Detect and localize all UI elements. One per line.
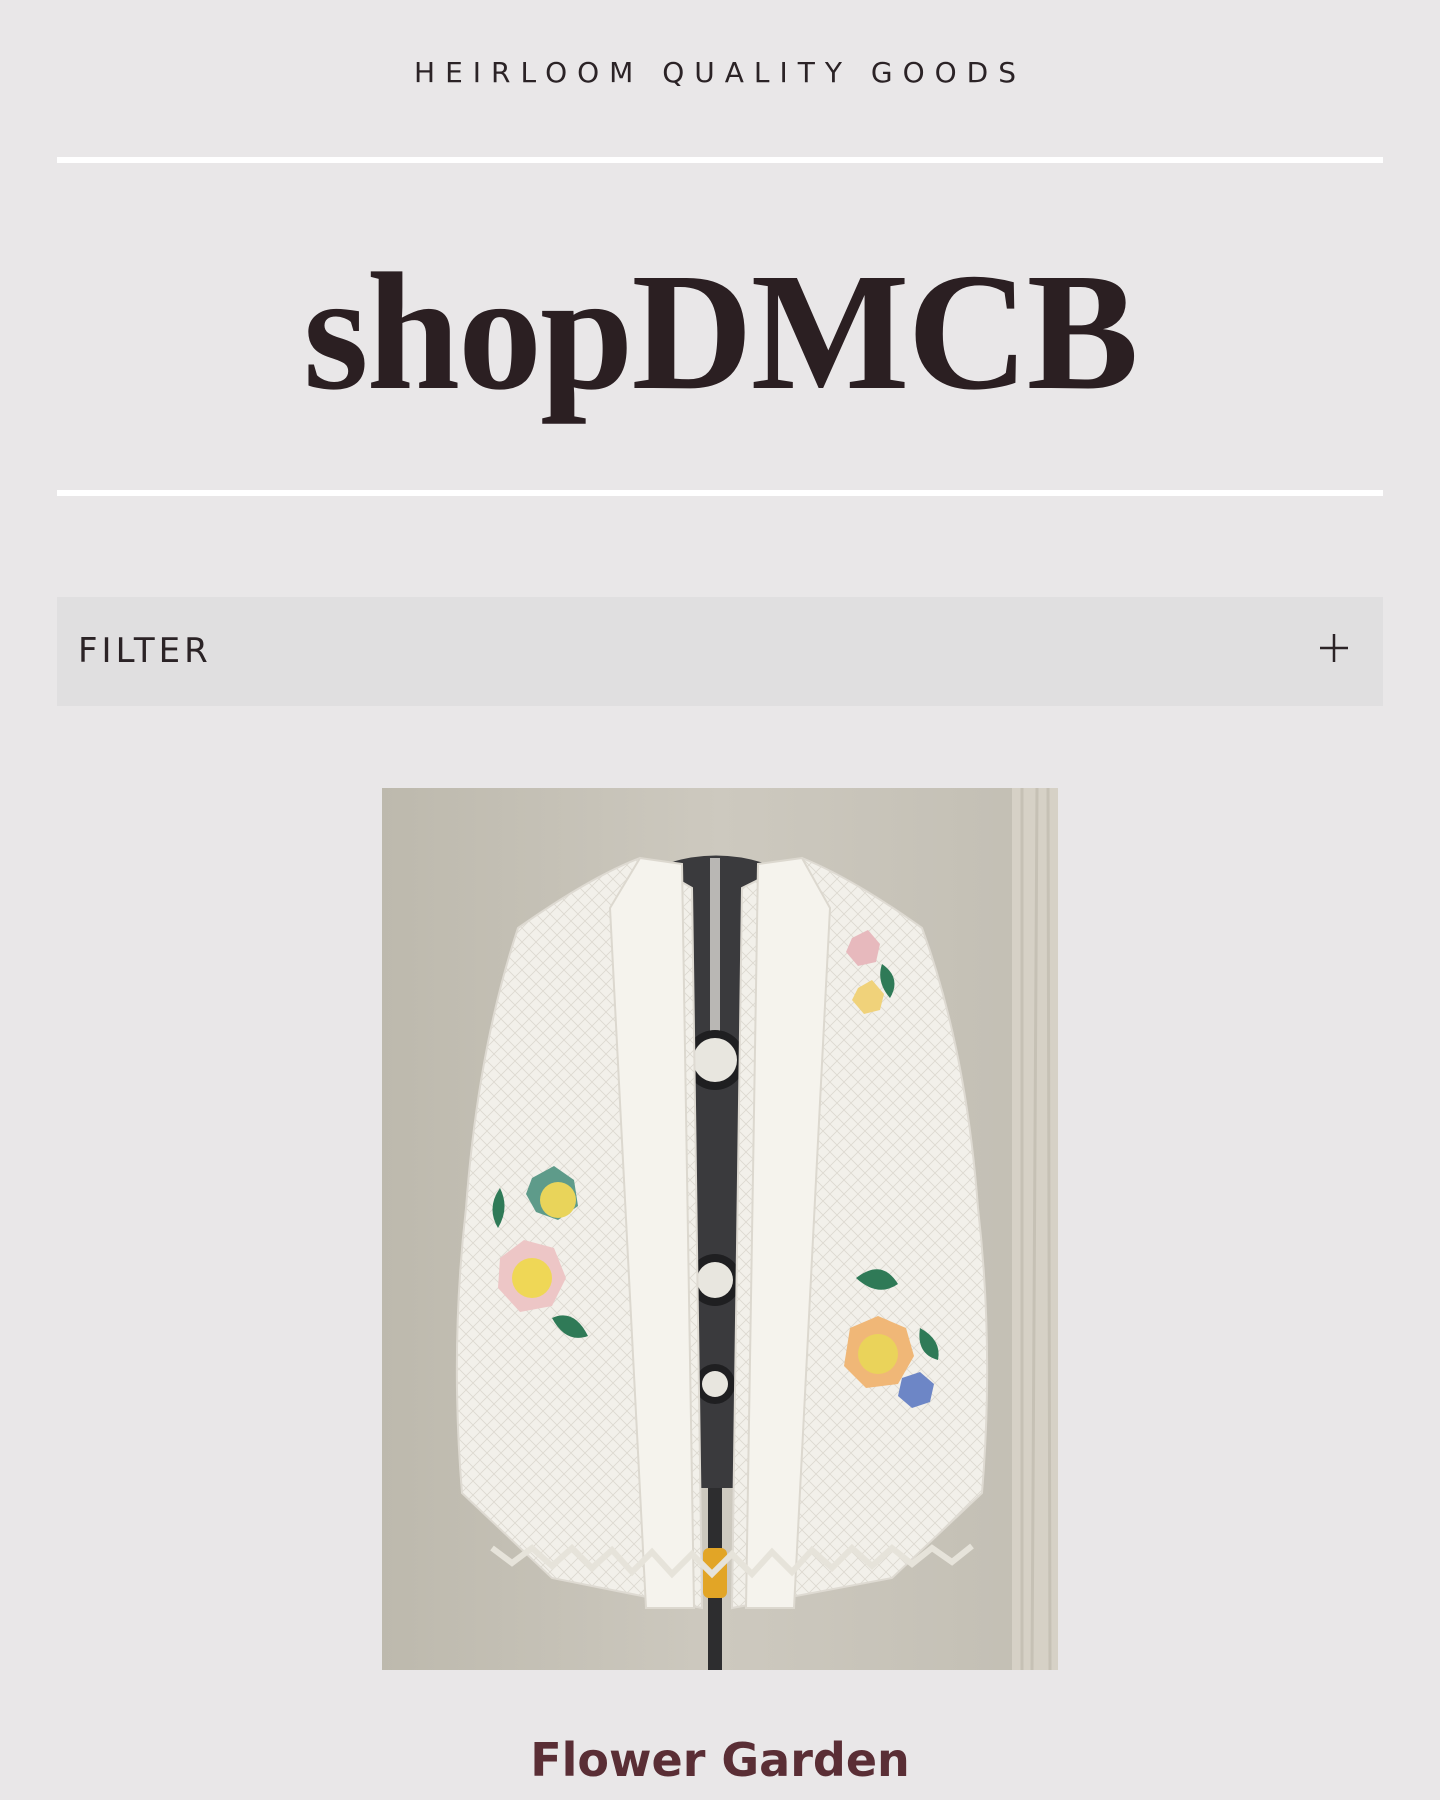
header-divider-top xyxy=(57,157,1383,163)
quilt-jacket-image xyxy=(382,788,1058,1670)
filter-toggle[interactable]: FILTER xyxy=(57,597,1383,706)
product-title[interactable]: Flower Garden xyxy=(0,1732,1440,1788)
plus-icon[interactable] xyxy=(1319,633,1349,663)
header-divider-bottom xyxy=(57,490,1383,496)
site-logo[interactable]: shopDMCB xyxy=(0,232,1440,432)
filter-label: FILTER xyxy=(78,631,212,671)
product-card-image[interactable] xyxy=(382,788,1058,1670)
site-tagline: HEIRLOOM QUALITY GOODS xyxy=(414,56,1026,89)
